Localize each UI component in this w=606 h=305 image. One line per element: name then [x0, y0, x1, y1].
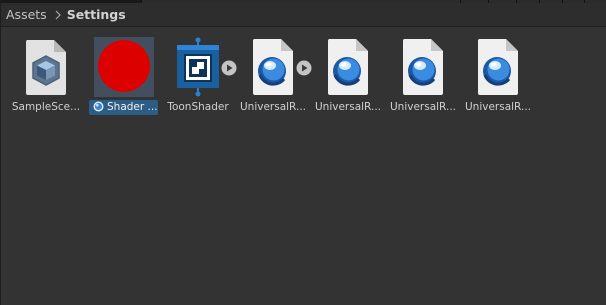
shader-graph-small-icon — [93, 101, 104, 112]
scene-template-icon — [25, 40, 66, 95]
breadcrumb-settings[interactable]: Settings — [67, 7, 126, 22]
asset-item-selected[interactable]: Shader ... — [89, 37, 159, 119]
asset-label: UniversalR... — [314, 101, 381, 113]
asset-label: UniversalR... — [239, 101, 306, 113]
urp-asset-icon — [402, 39, 443, 95]
asset-item[interactable]: UniversalR... — [388, 37, 458, 119]
urp-asset-icon — [477, 39, 518, 95]
breadcrumb-assets[interactable]: Assets — [6, 7, 47, 22]
asset-grid: SampleSce... Shader ... ToonShader Unive… — [1, 28, 606, 305]
asset-label: SampleSce... — [11, 101, 81, 113]
urp-asset-icon — [327, 39, 368, 95]
expand-arrow-icon[interactable] — [296, 60, 312, 76]
toon-shader-icon — [177, 37, 219, 97]
asset-label-text: Shader ... — [107, 101, 158, 113]
asset-item[interactable]: UniversalR... — [313, 37, 383, 119]
asset-label: ToonShader — [167, 101, 229, 113]
asset-item[interactable]: ToonShader — [163, 37, 233, 119]
asset-label: UniversalR... — [464, 101, 531, 113]
expand-arrow-icon[interactable] — [221, 60, 237, 76]
asset-item[interactable]: SampleSce... — [11, 37, 81, 119]
asset-label: Shader ... — [89, 100, 158, 115]
breadcrumb: Assets Settings — [1, 3, 606, 27]
urp-asset-icon — [252, 39, 293, 95]
chevron-right-icon — [55, 10, 61, 19]
asset-item[interactable]: UniversalR... — [463, 37, 533, 119]
asset-label: UniversalR... — [389, 101, 456, 113]
shader-graph-icon — [98, 40, 150, 92]
asset-item[interactable]: UniversalR... — [238, 37, 308, 119]
asset-thumbnail — [94, 37, 154, 97]
project-window: Assets Settings SampleSce... Shader ... … — [0, 0, 606, 305]
